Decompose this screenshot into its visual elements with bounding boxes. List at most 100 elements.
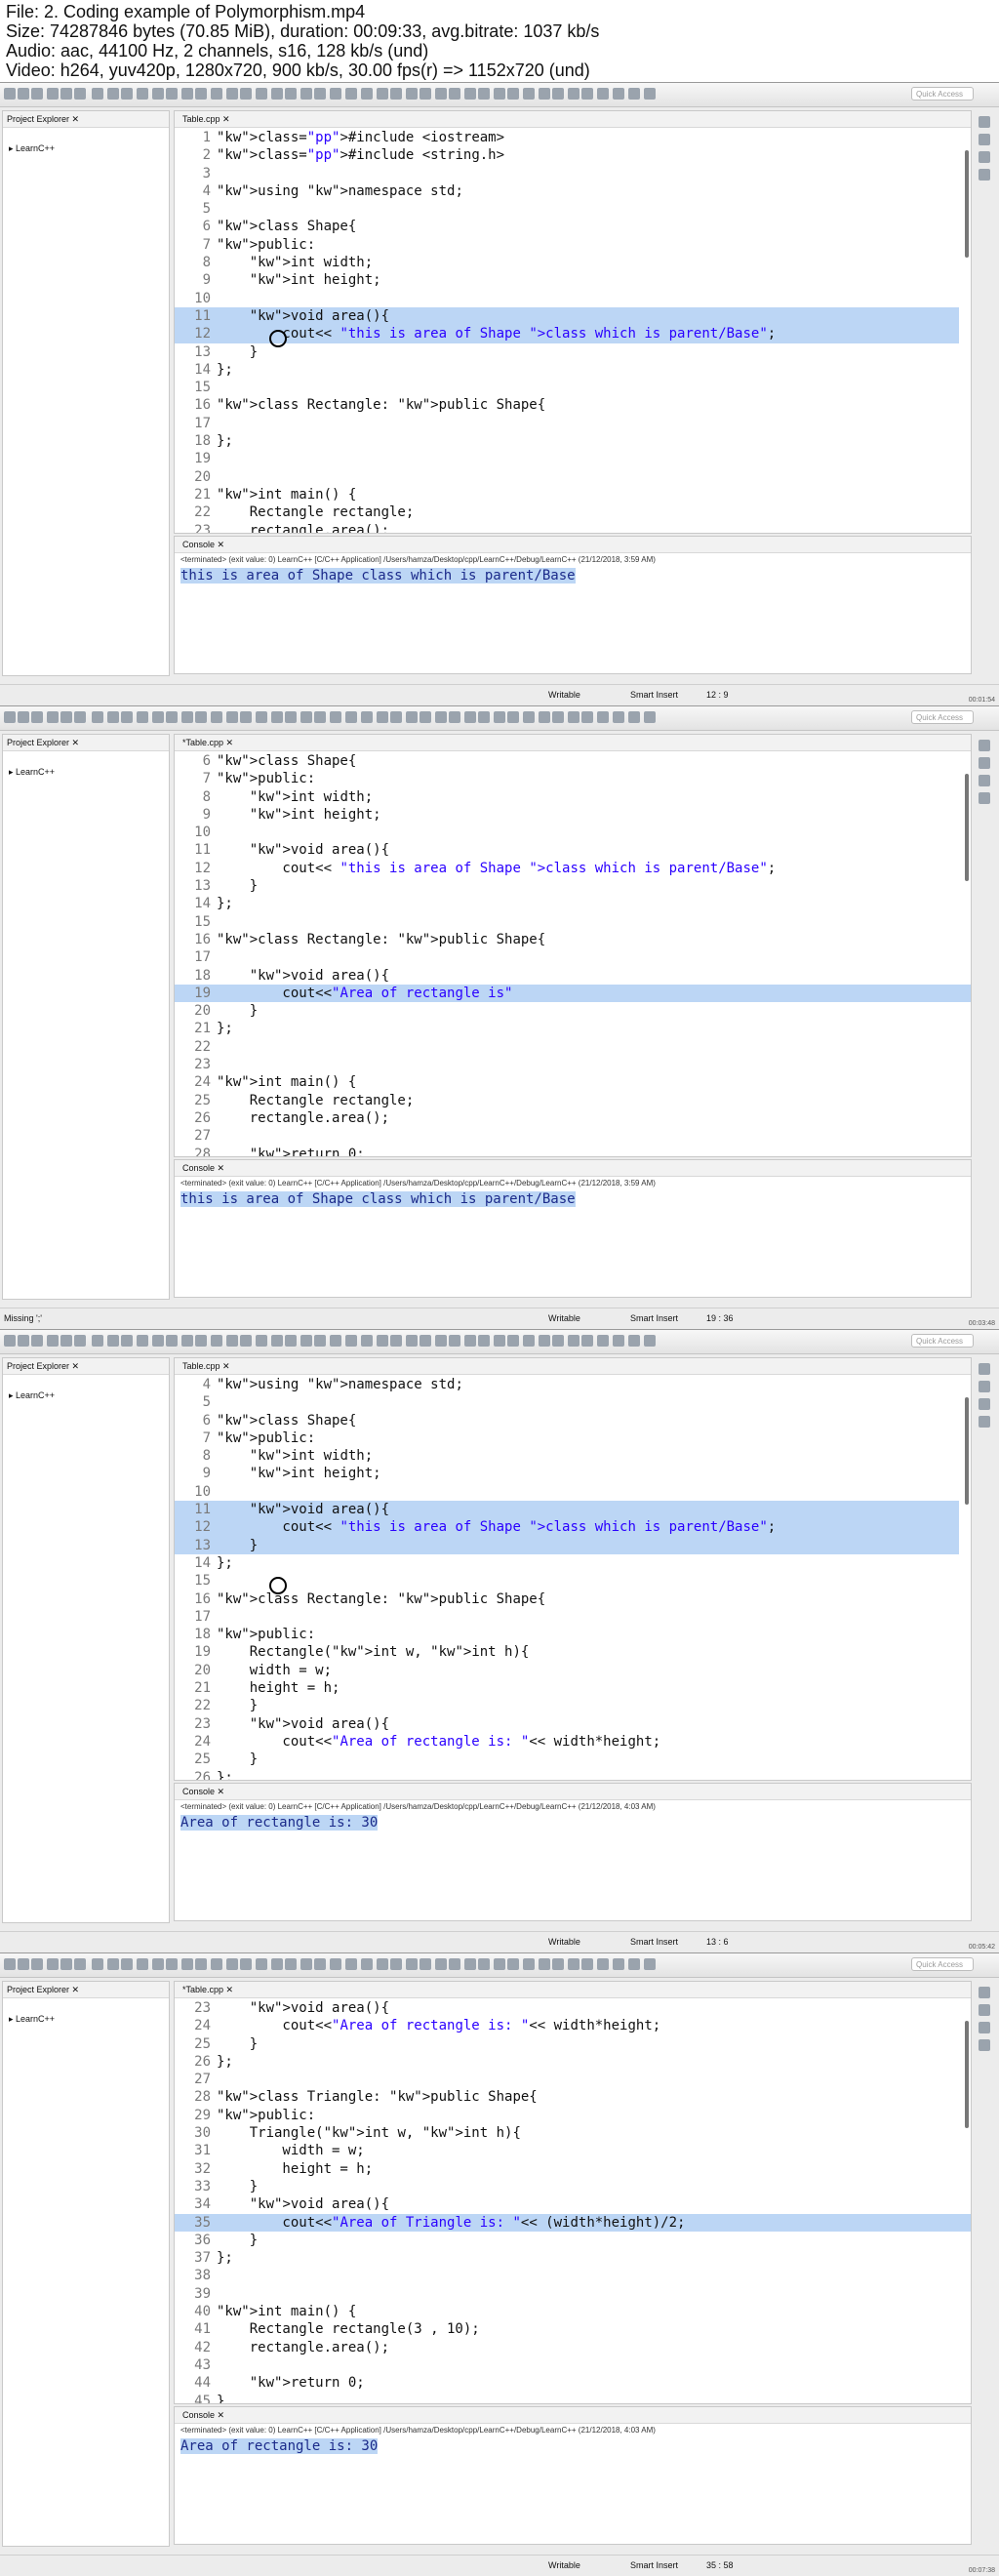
toolbar-icon[interactable] xyxy=(314,88,326,100)
toolbar-icon[interactable] xyxy=(166,88,178,100)
toolbar-icon[interactable] xyxy=(539,88,550,100)
toolbar-icon[interactable] xyxy=(92,1335,103,1347)
toolbar-icon[interactable] xyxy=(300,1335,312,1347)
tree-item-project[interactable]: ▸ LearnC++ xyxy=(3,765,169,779)
view-icon[interactable] xyxy=(979,151,990,163)
view-icon[interactable] xyxy=(979,169,990,181)
code-line[interactable]: 13 } xyxy=(175,877,971,895)
toolbar-icon[interactable] xyxy=(552,1335,564,1347)
code-line[interactable]: 14}; xyxy=(175,361,971,379)
code-line[interactable]: 13 } xyxy=(175,343,971,361)
toolbar-icon[interactable] xyxy=(137,711,148,723)
toolbar-icon[interactable] xyxy=(137,1335,148,1347)
toolbar-icon[interactable] xyxy=(568,1335,579,1347)
view-icon[interactable] xyxy=(979,757,990,769)
toolbar-icon[interactable] xyxy=(406,1335,418,1347)
toolbar-icon[interactable] xyxy=(361,711,373,723)
toolbar-icon[interactable] xyxy=(121,711,133,723)
code-line[interactable]: 3 xyxy=(175,165,971,182)
toolbar-icon[interactable] xyxy=(644,1335,656,1347)
toolbar-icon[interactable] xyxy=(361,88,373,100)
toolbar-icon[interactable] xyxy=(300,88,312,100)
code-line[interactable]: 27 xyxy=(175,2071,971,2088)
toolbar-icon[interactable] xyxy=(406,711,418,723)
toolbar-icon[interactable] xyxy=(449,1335,460,1347)
toolbar-icon[interactable] xyxy=(523,711,535,723)
tab-project-explorer[interactable]: Project Explorer ✕ xyxy=(3,735,169,751)
code-line[interactable]: 8 "kw">int width; xyxy=(175,1447,971,1465)
view-icon[interactable] xyxy=(979,1987,990,1998)
toolbar-icon[interactable] xyxy=(420,711,431,723)
code-line[interactable]: 9 "kw">int height; xyxy=(175,1465,971,1482)
toolbar-icon[interactable] xyxy=(256,1335,267,1347)
editor-scrollbar[interactable] xyxy=(965,150,969,258)
toolbar-icon[interactable] xyxy=(581,1335,593,1347)
toolbar-icon[interactable] xyxy=(523,88,535,100)
toolbar-icon[interactable] xyxy=(181,711,193,723)
tab-project-explorer[interactable]: Project Explorer ✕ xyxy=(3,111,169,128)
code-line[interactable]: 26 rectangle.area(); xyxy=(175,1109,971,1127)
toolbar-icon[interactable] xyxy=(195,711,207,723)
toolbar-icon[interactable] xyxy=(137,1958,148,1970)
code-line[interactable]: 6 "kw">class Shape{ xyxy=(175,218,971,235)
code-line[interactable]: 24 "kw">int main() { xyxy=(175,1073,971,1091)
toolbar-icon[interactable] xyxy=(271,1958,283,1970)
code-line[interactable]: 20 xyxy=(175,468,971,486)
code-line[interactable]: 7 "kw">public: xyxy=(175,1429,971,1447)
toolbar-icon[interactable] xyxy=(478,711,490,723)
code-line[interactable]: 7 "kw">public: xyxy=(175,236,971,254)
code-line[interactable]: 27 xyxy=(175,1127,971,1145)
toolbar-icon[interactable] xyxy=(345,88,357,100)
toolbar-icon[interactable] xyxy=(361,1958,373,1970)
code-line[interactable]: 30 Triangle("kw">int w, "kw">int h){ xyxy=(175,2124,971,2142)
tab-console[interactable]: Console ✕ xyxy=(175,1160,971,1177)
tab-project-explorer[interactable]: Project Explorer ✕ xyxy=(3,1358,169,1375)
toolbar-icon[interactable] xyxy=(464,1335,476,1347)
code-line[interactable]: 21 height = h; xyxy=(175,1679,971,1697)
code-line[interactable]: 18 "kw">void area(){ xyxy=(175,967,971,985)
code-line[interactable]: 19 xyxy=(175,450,971,467)
view-icon[interactable] xyxy=(979,116,990,128)
toolbar-icon[interactable] xyxy=(523,1958,535,1970)
code-editor[interactable]: Table.cpp ✕ 1 "kw">class="pp">#include <io… xyxy=(174,110,972,534)
tab-project-explorer[interactable]: Project Explorer ✕ xyxy=(3,1982,169,1998)
code-line[interactable]: 17 xyxy=(175,415,971,432)
code-line[interactable]: 32 height = h; xyxy=(175,2160,971,2178)
toolbar-icon[interactable] xyxy=(271,1335,283,1347)
toolbar-icon[interactable] xyxy=(240,711,252,723)
toolbar-icon[interactable] xyxy=(92,88,103,100)
toolbar-icon[interactable] xyxy=(330,711,341,723)
code-line[interactable]: 11 "kw">void area(){ xyxy=(175,841,971,859)
toolbar-icon[interactable] xyxy=(211,1958,222,1970)
toolbar-icon[interactable] xyxy=(435,1958,447,1970)
code-line[interactable]: 19 Rectangle("kw">int w, "kw">int h){ xyxy=(175,1643,971,1661)
toolbar-icon[interactable] xyxy=(552,711,564,723)
toolbar-icon[interactable] xyxy=(435,1335,447,1347)
toolbar-icon[interactable] xyxy=(121,1958,133,1970)
toolbar-icon[interactable] xyxy=(121,88,133,100)
code-line[interactable]: 16 "kw">class Rectangle: "kw">public Shap… xyxy=(175,931,971,948)
toolbar-icon[interactable] xyxy=(107,711,119,723)
toolbar-icon[interactable] xyxy=(494,1958,505,1970)
toolbar-icon[interactable] xyxy=(226,88,238,100)
toolbar-icon[interactable] xyxy=(377,1958,388,1970)
toolbar-icon[interactable] xyxy=(507,1335,519,1347)
toolbar-icon[interactable] xyxy=(4,1335,16,1347)
tab-editor-file[interactable]: *Table.cpp ✕ xyxy=(175,1982,971,1998)
view-icon[interactable] xyxy=(979,2004,990,2016)
toolbar-icon[interactable] xyxy=(330,1958,341,1970)
toolbar-icon[interactable] xyxy=(195,88,207,100)
toolbar-icon[interactable] xyxy=(152,1958,164,1970)
editor-scrollbar[interactable] xyxy=(965,774,969,881)
toolbar-icon[interactable] xyxy=(31,1958,43,1970)
toolbar-icon[interactable] xyxy=(478,88,490,100)
code-line[interactable]: 16 "kw">class Rectangle: "kw">public Shap… xyxy=(175,1590,971,1608)
quick-access-input[interactable]: Quick Access xyxy=(911,710,974,724)
toolbar-icon[interactable] xyxy=(300,1958,312,1970)
toolbar-icon[interactable] xyxy=(60,88,72,100)
code-line[interactable]: 22 } xyxy=(175,1697,971,1714)
code-line[interactable]: 20 } xyxy=(175,1002,971,1020)
code-line[interactable]: 35 cout<<"Area of Triangle is: "<< (widt… xyxy=(175,2213,971,2232)
code-line[interactable]: 9 "kw">int height; xyxy=(175,271,971,289)
tree-item-project[interactable]: ▸ LearnC++ xyxy=(3,141,169,155)
